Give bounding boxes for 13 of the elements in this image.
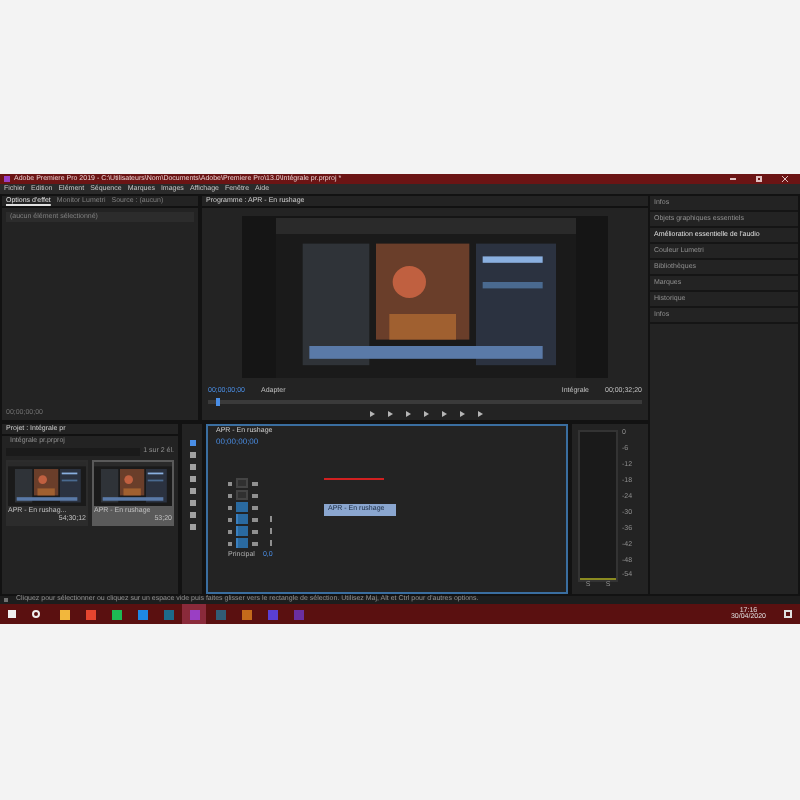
playback-control-icon[interactable] [475,409,483,417]
app-icon [4,176,10,182]
start-icon[interactable] [8,610,16,618]
playback-control-icon[interactable] [367,409,375,417]
playback-control-icon[interactable] [385,409,393,417]
search-icon[interactable] [32,610,40,618]
close-icon[interactable] [782,176,788,182]
playback-control-icon[interactable] [403,409,411,417]
playback-control-icon[interactable] [439,409,447,417]
notification-icon[interactable] [784,610,792,618]
maximize-icon[interactable] [756,176,762,182]
playback-control-icon[interactable] [421,409,429,417]
playback-control-icon[interactable] [457,409,465,417]
